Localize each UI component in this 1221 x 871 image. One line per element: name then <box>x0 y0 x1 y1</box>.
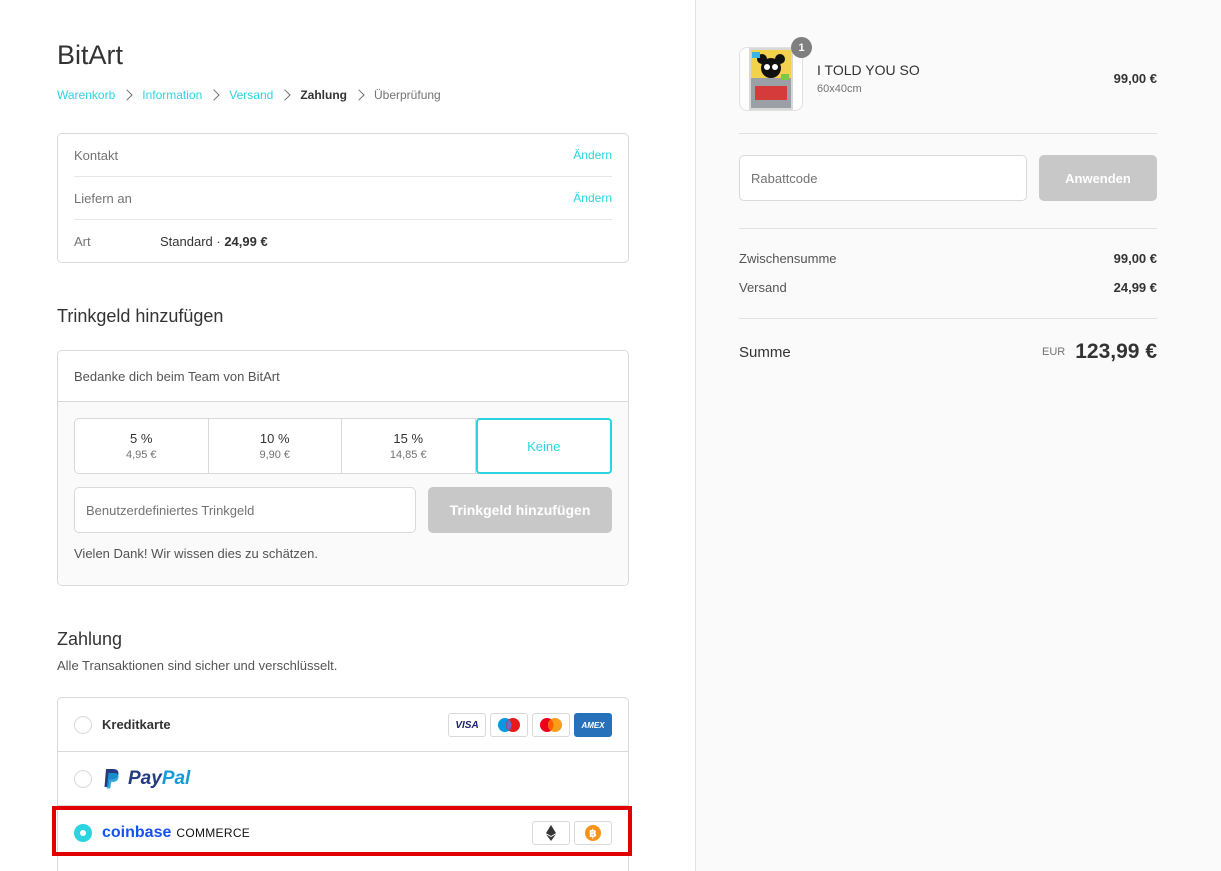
product-price: 99,00 € <box>1113 71 1157 86</box>
paypal-text-pal: Pal <box>161 767 191 789</box>
tip-section-title: Trinkgeld hinzufügen <box>57 306 224 326</box>
apply-discount-button[interactable]: Anwenden <box>1039 155 1157 201</box>
tip-amount: 14,85 € <box>389 449 427 461</box>
maestro-icon <box>490 713 528 737</box>
radio-button[interactable] <box>74 715 92 734</box>
shipping-row: Versand 24,99 € <box>739 280 1157 295</box>
subtotal-label: Zwischensumme <box>739 251 837 266</box>
payment-section-title: Zahlung <box>57 629 123 649</box>
change-ship-to-link[interactable]: Ändern <box>573 191 612 205</box>
subtotal-row: Zwischensumme 99,00 € <box>739 251 1157 266</box>
product-artwork-image <box>749 48 793 110</box>
selection-highlight-box <box>52 806 632 856</box>
mastercard-icon <box>532 713 570 737</box>
tip-box: Bedanke dich beim Team von BitArt 5 % 4,… <box>57 350 629 586</box>
discount-code-input[interactable]: Rabattcode <box>739 155 1027 201</box>
visa-text: VISA <box>455 719 479 731</box>
tip-percent: Keine <box>527 438 561 454</box>
tip-thanks-text: Vielen Dank! Wir wissen dies zu schätzen… <box>74 546 318 561</box>
product-variant: 60x40cm <box>817 83 862 95</box>
total-label: Summe <box>739 343 791 361</box>
total-row: Summe EUR 123,99 € <box>739 340 1157 364</box>
currency-code: EUR <box>1042 346 1066 358</box>
tip-amount: 9,90 € <box>259 449 291 461</box>
method-label: Art <box>74 234 91 249</box>
review-box: Kontakt Ändern Liefern an Ändern Art Sta… <box>57 133 629 263</box>
tip-amount: 4,95 € <box>125 449 157 461</box>
breadcrumb-payment: Zahlung <box>300 88 347 102</box>
tip-options: 5 % 4,95 € 10 % 9,90 € 15 % 14,85 € Kein… <box>74 418 612 474</box>
tip-percent: 5 % <box>130 431 153 446</box>
payment-option-credit-card[interactable]: Kreditkarte VISA AMEX <box>58 698 628 752</box>
total-amount: EUR 123,99 € <box>1042 340 1157 364</box>
divider <box>739 133 1157 134</box>
paypal-text-pay: Pay <box>128 767 162 789</box>
tip-percent: 10 % <box>259 431 290 446</box>
radio-button[interactable] <box>74 769 92 788</box>
divider <box>739 228 1157 229</box>
ship-to-label: Liefern an <box>74 190 132 206</box>
add-tip-button[interactable]: Trinkgeld hinzufügen <box>428 487 612 533</box>
amex-icon: AMEX <box>574 713 612 737</box>
chevron-right-icon <box>279 89 291 101</box>
chevron-right-icon <box>208 89 220 101</box>
product-name: I TOLD YOU SO <box>817 62 920 78</box>
tip-option-10[interactable]: 10 % 9,90 € <box>209 419 342 473</box>
shop-title[interactable]: BitArt <box>57 40 123 71</box>
method-value: Standard · 24,99 € <box>160 234 268 249</box>
payment-option-paypal[interactable]: Pay Pal <box>58 752 628 806</box>
paypal-logo: Pay Pal <box>102 768 190 790</box>
tip-option-15[interactable]: 15 % 14,85 € <box>342 419 476 473</box>
breadcrumb-review: Überprüfung <box>374 88 441 102</box>
amex-text: AMEX <box>581 720 605 730</box>
review-row-ship-to: Liefern an Ändern <box>74 177 612 220</box>
subtotal-value: 99,00 € <box>1113 251 1157 266</box>
checkout-main: BitArt Warenkorb Information Versand Zah… <box>0 0 695 871</box>
method-price: 24,99 € <box>224 234 268 249</box>
visa-icon: VISA <box>448 713 486 737</box>
card-icons: VISA AMEX <box>448 713 612 737</box>
credit-card-label: Kreditkarte <box>102 717 171 732</box>
tip-body: 5 % 4,95 € 10 % 9,90 € 15 % 14,85 € Kein… <box>58 402 628 585</box>
product-thumbnail <box>739 47 803 111</box>
review-row-method: Art Standard · 24,99 € <box>74 220 612 263</box>
change-contact-link[interactable]: Ändern <box>573 148 612 162</box>
method-name: Standard · <box>160 234 225 249</box>
breadcrumb-information[interactable]: Information <box>142 88 202 102</box>
chevron-right-icon <box>353 89 365 101</box>
contact-label: Kontakt <box>74 147 119 163</box>
paypal-icon <box>104 768 119 788</box>
order-summary <box>695 0 1221 871</box>
shipping-value: 24,99 € <box>1113 280 1157 295</box>
tip-percent: 15 % <box>393 431 424 446</box>
payment-subtitle: Alle Transaktionen sind sicher und versc… <box>57 658 338 673</box>
divider <box>739 318 1157 319</box>
tip-option-none[interactable]: Keine <box>475 418 612 474</box>
total-value: 123,99 € <box>1075 340 1157 363</box>
shipping-label: Versand <box>739 280 787 295</box>
tip-option-5[interactable]: 5 % 4,95 € <box>75 419 209 473</box>
chevron-right-icon <box>121 89 133 101</box>
review-row-contact: Kontakt Ändern <box>74 134 612 177</box>
breadcrumb-cart[interactable]: Warenkorb <box>57 88 115 102</box>
breadcrumb: Warenkorb Information Versand Zahlung Üb… <box>57 88 441 102</box>
quantity-badge: 1 <box>791 37 812 58</box>
breadcrumb-shipping[interactable]: Versand <box>229 88 273 102</box>
tip-header: Bedanke dich beim Team von BitArt <box>58 351 628 402</box>
custom-tip-input[interactable]: Benutzerdefiniertes Trinkgeld <box>74 487 416 533</box>
